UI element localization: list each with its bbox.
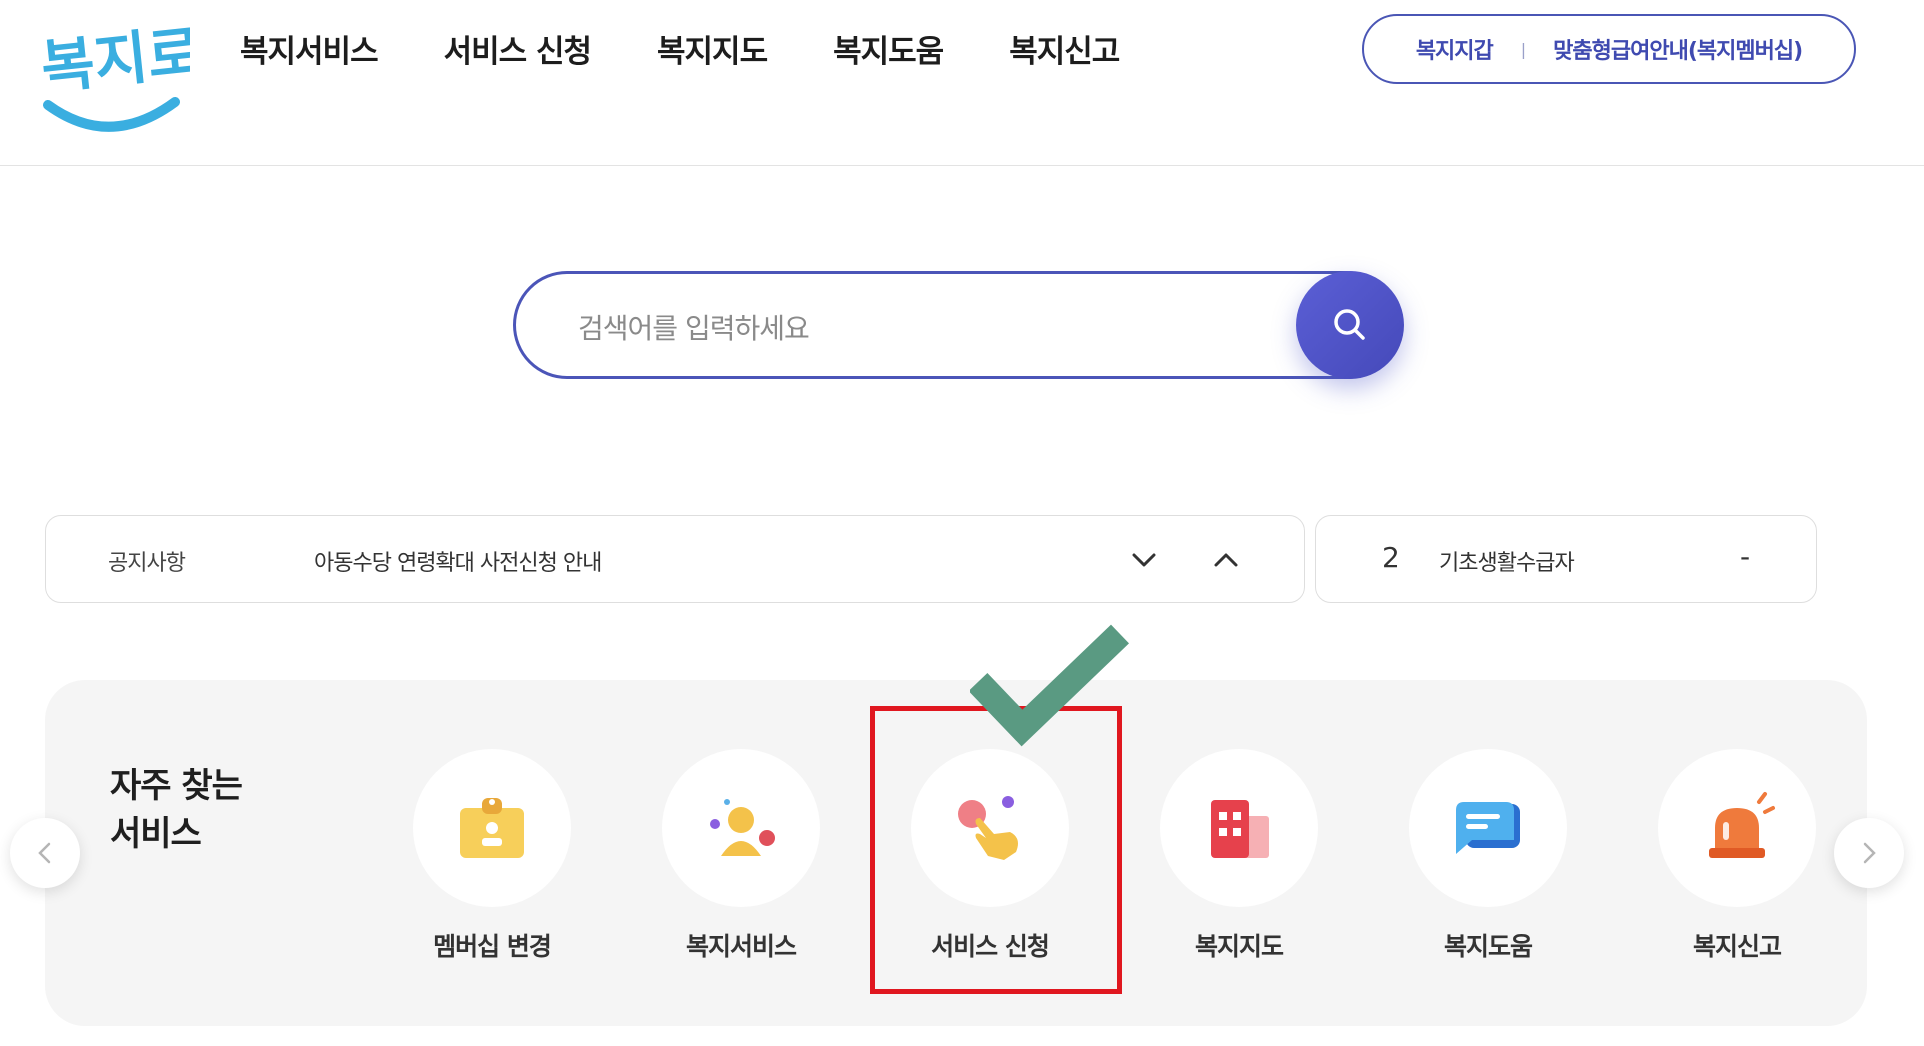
membership-pill: 복지지갑 | 맞춤형급여안내(복지멤버십) <box>1362 14 1856 84</box>
site-logo[interactable]: 복지로 <box>38 10 204 140</box>
person-icon <box>710 799 775 856</box>
alarm-siren-icon <box>1709 792 1775 858</box>
service-apply[interactable]: 서비스 신청 <box>910 749 1070 963</box>
service-label: 서비스 신청 <box>931 932 1050 961</box>
service-icon-circle <box>1658 749 1816 907</box>
search-input[interactable] <box>576 304 1280 352</box>
search-area <box>513 271 1404 379</box>
site-header: 복지로 복지서비스 서비스 신청 복지지도 복지도움 복지신고 복지지갑 | 맞… <box>0 0 1924 166</box>
service-label: 복지서비스 <box>685 932 797 961</box>
nav-welfare-report[interactable]: 복지신고 <box>1009 30 1120 74</box>
search-icon <box>1334 309 1365 340</box>
hand-pointer-icon <box>958 796 1018 860</box>
chevron-down-icon[interactable] <box>1126 542 1162 578</box>
membership-link[interactable]: 맞춤형급여안내(복지멤버십) <box>1553 33 1803 65</box>
title-line-2: 서비스 <box>110 814 202 854</box>
service-label: 복지지도 <box>1194 932 1284 961</box>
wallet-link[interactable]: 복지지갑 <box>1416 33 1494 65</box>
frequent-services-title: 자주 찾는 서비스 <box>110 762 243 858</box>
service-welfare-map[interactable]: 복지지도 <box>1159 749 1319 963</box>
service-icon-circle <box>911 749 1069 907</box>
chat-bubble-icon <box>1456 802 1520 854</box>
chevron-right-icon <box>1863 842 1876 864</box>
nav-welfare-service[interactable]: 복지서비스 <box>240 30 379 74</box>
nav-welfare-map[interactable]: 복지지도 <box>657 30 768 74</box>
title-line-1: 자주 찾는 <box>110 766 243 806</box>
nav-service-apply[interactable]: 서비스 신청 <box>444 30 592 74</box>
service-label: 멤버십 변경 <box>433 932 552 961</box>
membership-card-icon <box>460 798 524 858</box>
notice-label: 공지사항 <box>108 551 186 576</box>
keyword-rank: 2 <box>1382 541 1400 574</box>
service-welfare-help[interactable]: 복지도움 <box>1408 749 1568 963</box>
pill-separator: | <box>1520 39 1526 59</box>
nav-welfare-help[interactable]: 복지도움 <box>833 30 944 74</box>
service-icon-circle <box>1409 749 1567 907</box>
main-nav: 복지서비스 서비스 신청 복지지도 복지도움 복지신고 <box>240 30 1185 74</box>
service-welfare-service[interactable]: 복지서비스 <box>661 749 821 963</box>
keyword-link[interactable]: 기초생활수급자 <box>1439 545 1575 577</box>
service-icon-circle <box>662 749 820 907</box>
search-box <box>513 271 1401 379</box>
chevron-up-icon[interactable] <box>1208 542 1244 578</box>
service-membership-change[interactable]: 멤버십 변경 <box>412 749 572 963</box>
svg-text:복지로: 복지로 <box>40 18 190 102</box>
popular-keyword-bar: 2 기초생활수급자 - <box>1315 515 1817 603</box>
building-icon <box>1211 800 1269 858</box>
chevron-left-icon <box>38 842 51 864</box>
carousel-prev-button[interactable] <box>10 818 80 888</box>
notice-link[interactable]: 아동수당 연령확대 사전신청 안내 <box>314 545 602 577</box>
notice-bar: 공지사항 아동수당 연령확대 사전신청 안내 <box>45 515 1305 603</box>
service-label: 복지도움 <box>1443 932 1533 961</box>
service-icon-circle <box>1160 749 1318 907</box>
logo-mark: 복지로 <box>38 18 204 132</box>
search-button[interactable] <box>1296 271 1404 379</box>
carousel-next-button[interactable] <box>1834 818 1904 888</box>
service-label: 복지신고 <box>1692 932 1782 961</box>
service-icon-circle <box>413 749 571 907</box>
rank-change: - <box>1740 540 1751 573</box>
service-welfare-report[interactable]: 복지신고 <box>1657 749 1817 963</box>
